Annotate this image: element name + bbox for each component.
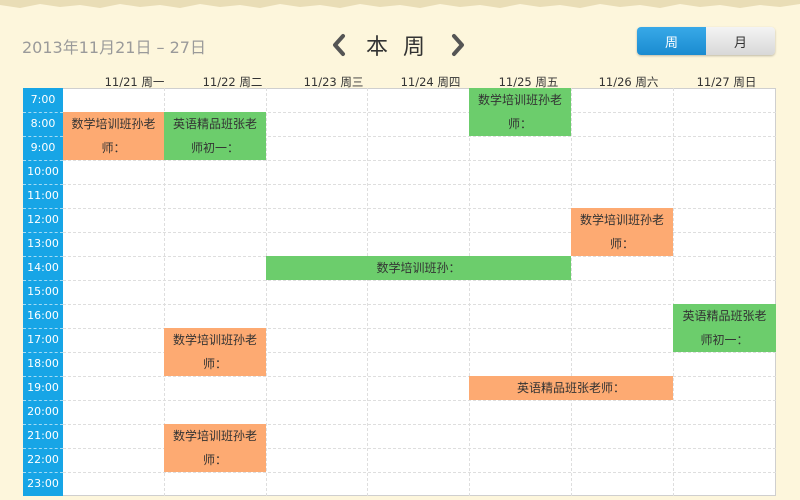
calendar-event[interactable]: 数学培训班孙老师： [63, 112, 164, 160]
calendar-event[interactable]: 英语精品班张老师初一： [673, 304, 776, 352]
hour-line [63, 400, 776, 401]
calendar-event[interactable]: 英语精品班张老师： [469, 376, 673, 400]
time-label: 8:00 [30, 117, 56, 130]
calendar-page: 2013年11月21日 – 27日 本 周 周 月 11/21 周一 11/22… [0, 0, 800, 500]
day-divider [367, 88, 368, 496]
time-label: 9:00 [30, 141, 56, 154]
time-label: 18:00 [27, 357, 59, 370]
hour-line [63, 280, 776, 281]
hour-line [63, 160, 776, 161]
view-toggle: 周 月 [637, 27, 775, 55]
torn-paper-edge [0, 0, 800, 8]
day-divider [266, 88, 267, 496]
time-label: 10:00 [27, 165, 59, 178]
time-label: 20:00 [27, 405, 59, 418]
time-label: 23:00 [27, 477, 59, 490]
time-label: 13:00 [27, 237, 59, 250]
week-view-button[interactable]: 周 [637, 27, 706, 55]
time-label: 16:00 [27, 309, 59, 322]
day-divider [469, 88, 470, 496]
time-label: 21:00 [27, 429, 59, 442]
month-view-button[interactable]: 月 [706, 27, 775, 55]
calendar-event[interactable]: 数学培训班孙老师： [571, 208, 673, 256]
time-label: 19:00 [27, 381, 59, 394]
chevron-left-icon[interactable] [330, 33, 348, 57]
hour-line [63, 304, 776, 305]
time-label: 7:00 [30, 93, 56, 106]
day-divider [571, 88, 572, 496]
time-label: 15:00 [27, 285, 59, 298]
hour-line [63, 184, 776, 185]
hour-line [63, 472, 776, 473]
page-title: 本 周 [366, 35, 429, 60]
time-column: 7:00 8:00 9:00 10:00 11:00 12:00 13:00 1… [23, 88, 63, 496]
day-divider [673, 88, 674, 496]
time-label: 14:00 [27, 261, 59, 274]
calendar-event[interactable]: 数学培训班孙老师： [164, 424, 266, 472]
time-label: 12:00 [27, 213, 59, 226]
time-label: 22:00 [27, 453, 59, 466]
calendar-event[interactable]: 英语精品班张老师初一： [164, 112, 266, 160]
calendar-event[interactable]: 数学培训班孙老师： [469, 88, 571, 136]
calendar-event[interactable]: 数学培训班孙： [266, 256, 571, 280]
time-label: 17:00 [27, 333, 59, 346]
calendar-event[interactable]: 数学培训班孙老师： [164, 328, 266, 376]
time-label: 11:00 [27, 189, 59, 202]
chevron-right-icon[interactable] [449, 33, 467, 57]
date-range-label: 2013年11月21日 – 27日 [22, 38, 206, 57]
